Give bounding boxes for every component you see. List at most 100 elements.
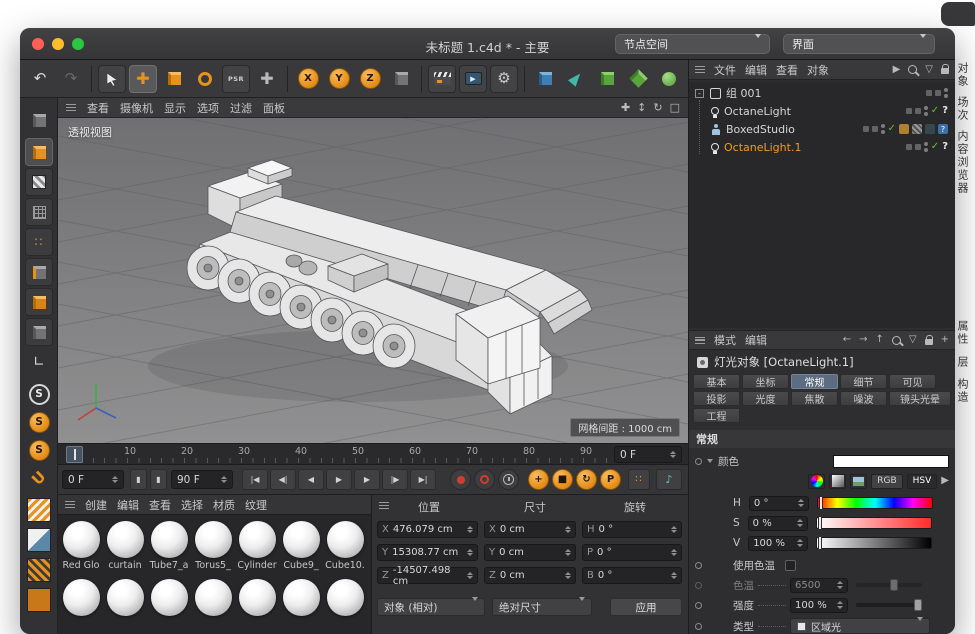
- toggle-view-icon[interactable]: □: [670, 101, 680, 114]
- viewport-canvas[interactable]: 透视视图 网格间距 : 1000 cm: [58, 118, 688, 443]
- forward-arrow-icon[interactable]: →: [859, 335, 867, 345]
- size-mode-dropdown[interactable]: 绝对尺寸: [492, 598, 592, 616]
- polygons-mode-button[interactable]: [25, 288, 53, 316]
- psr-tool[interactable]: PSR: [222, 65, 250, 93]
- back-arrow-icon[interactable]: ←: [843, 335, 851, 345]
- add-modifier-button[interactable]: [624, 65, 652, 93]
- om-menu-edit[interactable]: 编辑: [745, 62, 767, 78]
- layer-chip[interactable]: [926, 90, 932, 96]
- hue-field[interactable]: 0 °: [749, 496, 809, 511]
- rotate-tool[interactable]: [191, 65, 219, 93]
- play-button[interactable]: ▶: [326, 469, 352, 490]
- materials-menu-edit[interactable]: 编辑: [117, 497, 139, 513]
- lock-icon[interactable]: [925, 339, 933, 345]
- om-menu-object[interactable]: 对象: [807, 62, 829, 78]
- am-menu-mode[interactable]: 模式: [714, 332, 736, 348]
- tab-shadow[interactable]: 投影: [693, 391, 740, 406]
- layer-filter-button-2[interactable]: [25, 526, 53, 554]
- side-tab-structure[interactable]: 构造: [957, 378, 968, 404]
- compositing-tag-icon[interactable]: [925, 124, 935, 134]
- live-selection-tool[interactable]: [98, 65, 126, 93]
- visibility-dots[interactable]: [924, 142, 928, 152]
- search-icon[interactable]: [908, 65, 917, 74]
- slider-knob[interactable]: [890, 579, 898, 591]
- spinner-icon[interactable]: [467, 526, 473, 534]
- tab-visibility[interactable]: 可见: [889, 374, 936, 389]
- add-primitive-button[interactable]: [531, 65, 559, 93]
- pan-view-icon[interactable]: ✚: [621, 101, 630, 114]
- materials-menu-material[interactable]: 材质: [213, 497, 235, 513]
- key-rotation-button[interactable]: ↻: [576, 469, 597, 490]
- keyframe-dot-icon[interactable]: [695, 623, 702, 630]
- tab-coordinates[interactable]: 坐标: [742, 374, 789, 389]
- range-marker-button-1[interactable]: ▮: [130, 469, 147, 490]
- visibility-dots[interactable]: [881, 124, 885, 134]
- layer-filter-button-4[interactable]: [25, 586, 53, 614]
- slider-marker[interactable]: [818, 516, 822, 530]
- unknown-tag-icon[interactable]: ?: [938, 124, 948, 134]
- intensity-slider[interactable]: [856, 603, 922, 607]
- sound-button[interactable]: ♪: [656, 469, 682, 490]
- side-tab-content-browser[interactable]: 内容浏览器: [957, 130, 968, 195]
- chevron-right-icon[interactable]: ▶: [941, 476, 949, 486]
- keyframe-dot-icon[interactable]: [695, 458, 702, 465]
- materials-menu-select[interactable]: 选择: [181, 497, 203, 513]
- enabled-check-icon[interactable]: ✓: [888, 124, 896, 134]
- apply-button[interactable]: 应用: [610, 598, 682, 616]
- spinner-icon[interactable]: [112, 476, 118, 484]
- add-panel-icon[interactable]: +: [941, 335, 949, 345]
- record-keyframe-button[interactable]: [450, 469, 471, 490]
- keyframe-dot-icon[interactable]: [695, 582, 702, 589]
- tab-photometric[interactable]: 光度: [742, 391, 789, 406]
- search-icon[interactable]: [892, 336, 901, 345]
- add-generator-button[interactable]: [593, 65, 621, 93]
- zoom-view-icon[interactable]: ↕: [637, 101, 646, 114]
- materials-menu-view[interactable]: 查看: [149, 497, 171, 513]
- value-field[interactable]: 100 %: [748, 536, 808, 551]
- axis-modify-button[interactable]: ∟: [25, 348, 53, 376]
- interface-dropdown[interactable]: 界面: [783, 34, 935, 54]
- range-end-field[interactable]: 90 F: [171, 470, 233, 489]
- undo-button[interactable]: ↶: [26, 65, 54, 93]
- use-temperature-checkbox[interactable]: [785, 560, 796, 571]
- enabled-check-icon[interactable]: ✓: [931, 106, 939, 116]
- visibility-dots[interactable]: [924, 106, 928, 116]
- material-thumbnail[interactable]: [60, 579, 102, 616]
- last-tool[interactable]: ✚: [253, 65, 281, 93]
- materials-menu-texture[interactable]: 纹理: [245, 497, 267, 513]
- material-thumbnail[interactable]: [280, 579, 322, 616]
- layer-chip[interactable]: [935, 90, 941, 96]
- viewport-menu-filter[interactable]: 过滤: [230, 100, 252, 116]
- filter-icon[interactable]: ▽: [925, 65, 933, 75]
- temperature-slider[interactable]: [856, 583, 922, 587]
- slider-knob[interactable]: [914, 599, 922, 611]
- unknown-tag-badge[interactable]: ?: [942, 106, 948, 116]
- tree-row-light-selected[interactable]: OctaneLight.1 ✓?: [689, 138, 955, 156]
- saturation-field[interactable]: 0 %: [748, 516, 808, 531]
- previous-key-button[interactable]: ◀|: [270, 469, 296, 490]
- layer-filter-button-3[interactable]: [25, 556, 53, 584]
- menu-grip-icon[interactable]: [695, 337, 705, 344]
- filter-icon[interactable]: ▽: [909, 335, 917, 345]
- side-tab-objects[interactable]: 对象: [957, 62, 968, 88]
- saturation-slider[interactable]: [816, 517, 932, 529]
- rotation-b-field[interactable]: B0 °: [582, 567, 682, 584]
- tab-noise[interactable]: 噪波: [840, 391, 887, 406]
- snap-settings-button[interactable]: S: [25, 436, 53, 464]
- tree-row-light[interactable]: OctaneLight ✓?: [689, 102, 955, 120]
- hue-slider[interactable]: [817, 497, 933, 509]
- next-frame-button[interactable]: ▶: [354, 469, 380, 490]
- spinner-icon[interactable]: [565, 526, 571, 534]
- hsv-mode-button[interactable]: HSV: [907, 474, 938, 489]
- enabled-check-icon[interactable]: ✓: [931, 142, 939, 152]
- next-key-button[interactable]: |▶: [382, 469, 408, 490]
- menu-grip-icon[interactable]: [65, 501, 75, 508]
- expand-icon[interactable]: [707, 459, 713, 463]
- key-pla-button[interactable]: ∷: [628, 469, 650, 490]
- spinner-icon[interactable]: [797, 519, 803, 527]
- spinner-icon[interactable]: [798, 499, 804, 507]
- position-z-field[interactable]: Z-14507.498 cm: [377, 567, 478, 584]
- edges-mode-button[interactable]: [25, 258, 53, 286]
- layer-chip[interactable]: [906, 108, 912, 114]
- om-menu-file[interactable]: 文件: [714, 62, 736, 78]
